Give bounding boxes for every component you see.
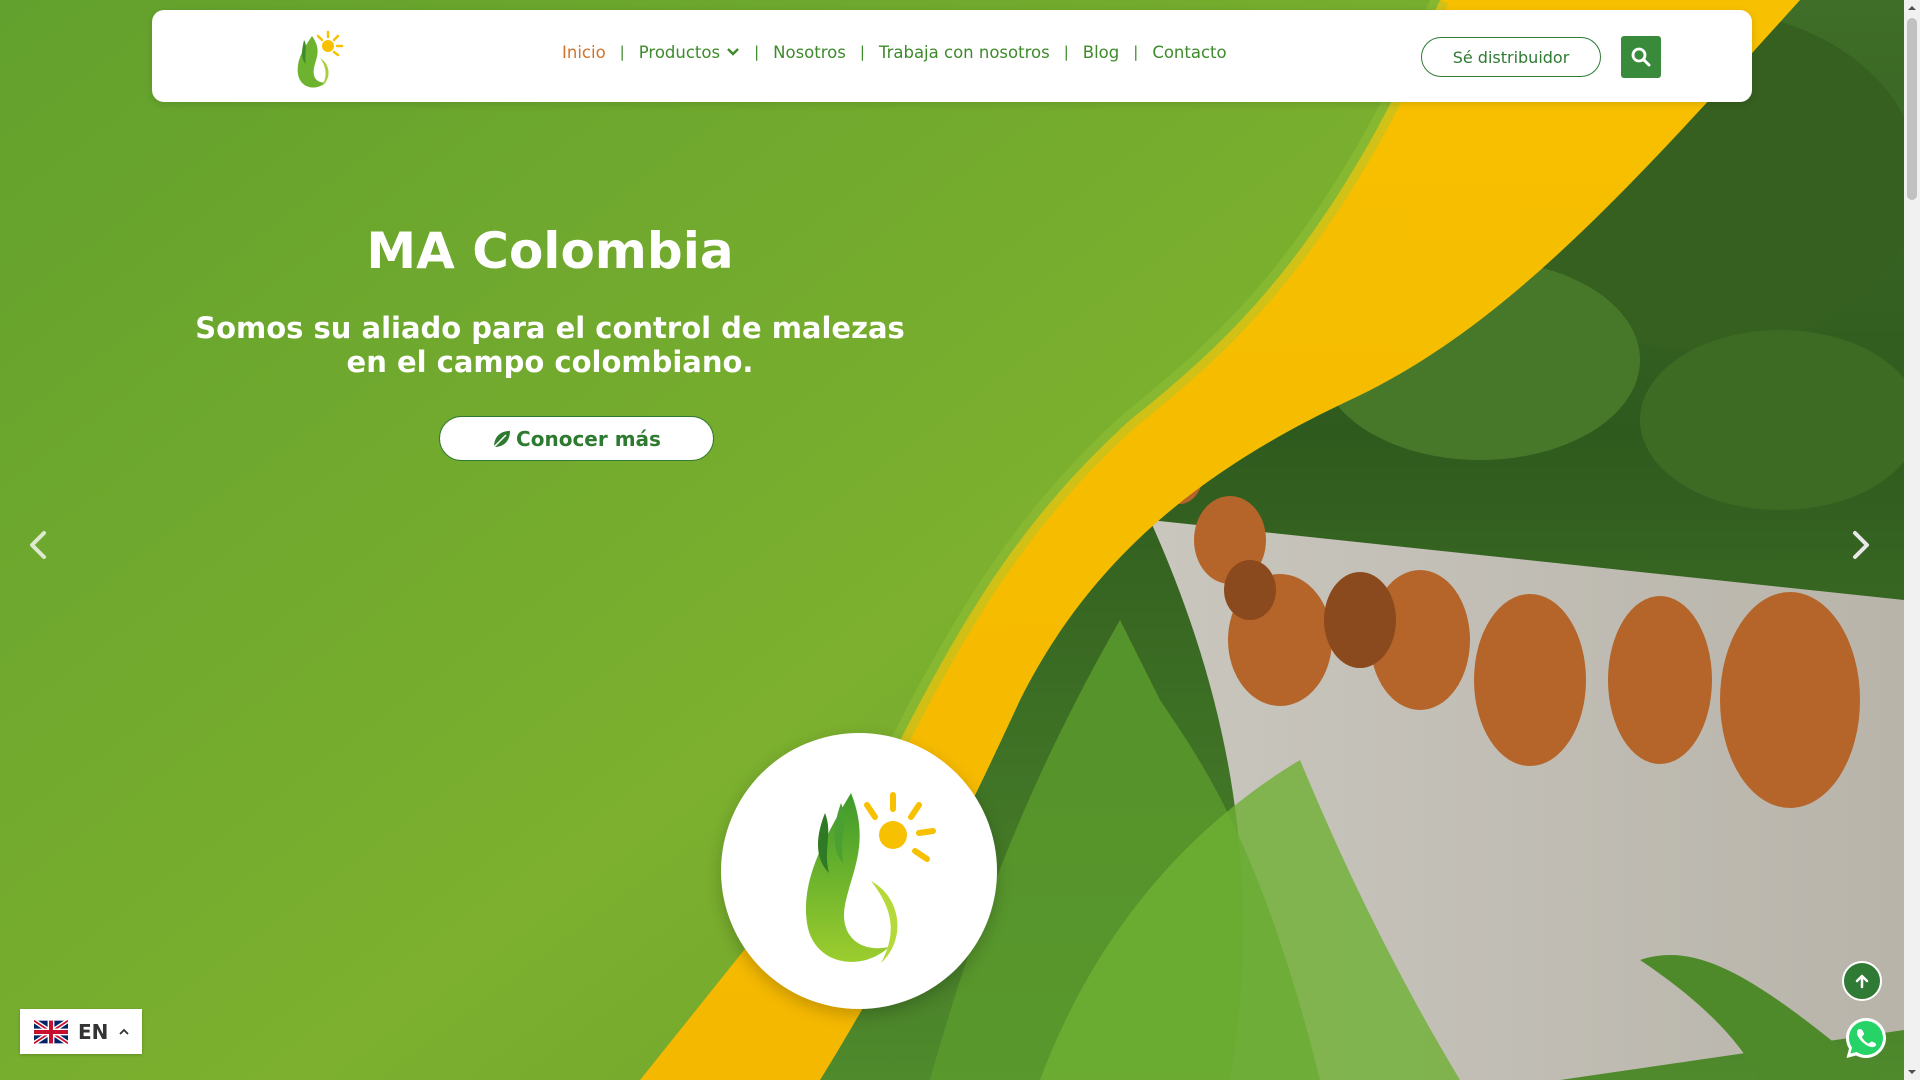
page-scrollbar[interactable] [1904,0,1920,1080]
scroll-to-top-button[interactable] [1842,961,1882,1001]
hero-slider: Inicio | Productos | Nosotros | Trabaja … [0,0,1904,1080]
leaf-icon [493,430,511,448]
nav-separator: | [1133,43,1139,61]
nav-blog[interactable]: Blog [1083,43,1119,62]
brand-logo[interactable] [282,20,346,94]
nav-inicio[interactable]: Inicio [562,43,606,62]
nav-productos-label: Productos [638,42,721,62]
slider-prev-arrow-icon[interactable] [24,527,54,563]
chevron-up-icon [119,1028,130,1035]
main-nav: Inicio | Productos | Nosotros | Trabaja … [562,10,1227,94]
scroll-up-arrow-icon[interactable] [1904,0,1920,16]
uk-flag-icon [34,1019,68,1044]
search-icon [1631,47,1651,67]
nav-separator: | [619,43,625,61]
nav-contacto[interactable]: Contacto [1152,43,1226,62]
nav-separator: | [754,43,760,61]
hero-title: MA Colombia [366,222,734,280]
language-code: EN [78,1019,109,1044]
nav-nosotros[interactable]: Nosotros [773,43,846,62]
search-button[interactable] [1621,36,1661,78]
learn-more-label: Conocer más [516,426,661,451]
learn-more-button[interactable]: Conocer más [439,416,714,461]
scrollbar-thumb[interactable] [1907,18,1917,200]
distributor-button[interactable]: Sé distribuidor [1421,37,1601,77]
brand-logo-circle [721,733,997,1009]
nav-separator: | [859,43,865,61]
chevron-down-icon [727,48,739,56]
nav-trabaja[interactable]: Trabaja con nosotros [879,43,1050,62]
language-selector[interactable]: EN [20,1009,142,1054]
nav-separator: | [1063,43,1069,61]
brand-logo-large [805,792,936,963]
site-header: Inicio | Productos | Nosotros | Trabaja … [152,10,1752,102]
whatsapp-icon[interactable] [1843,1015,1889,1061]
slider-next-arrow-icon[interactable] [1845,527,1875,563]
hero-subtitle: Somos su aliado para el control de malez… [195,311,905,379]
scroll-down-arrow-icon[interactable] [1904,1064,1920,1080]
arrow-up-icon [1855,974,1869,989]
nav-productos[interactable]: Productos [639,43,740,62]
